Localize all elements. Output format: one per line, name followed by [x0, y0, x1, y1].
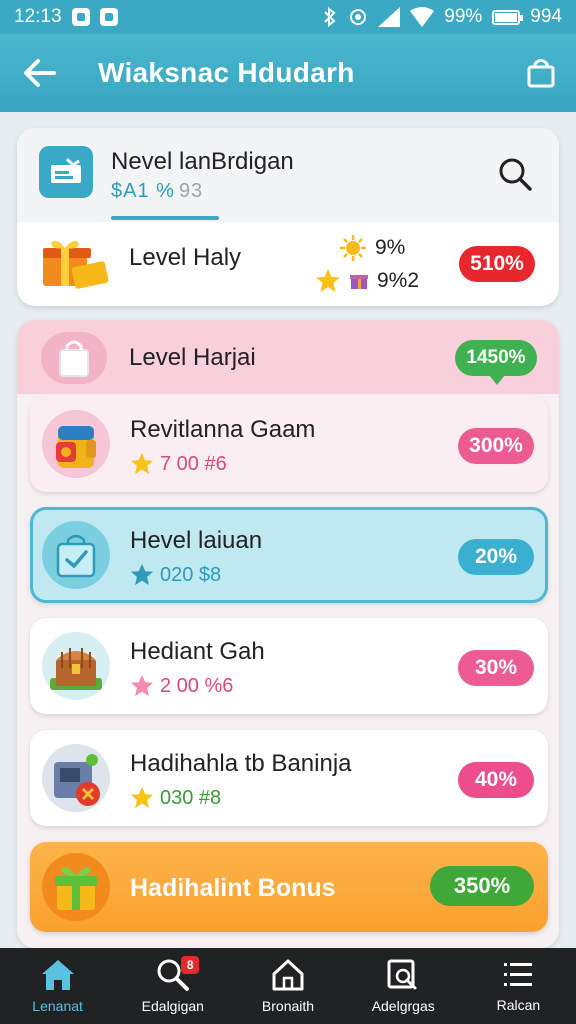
level-summary-card: Nevel lanBrdigan $A1 % 93 Level Haly 9% 9…: [17, 128, 559, 306]
shopping-bag-button[interactable]: [506, 34, 576, 112]
offers-panel-title: Level Harjai: [129, 344, 256, 371]
back-arrow-icon: [24, 59, 56, 87]
wifi-icon: [410, 7, 435, 27]
mystery-box-icon: [42, 744, 110, 812]
star-icon: [130, 563, 154, 586]
bonus-discount-badge: 350%: [430, 866, 534, 906]
bottom-navigation: Lenanat 8 Edalgigan Bronaith Adelgrgas R…: [0, 948, 576, 1024]
nav-item-menu[interactable]: Ralcan: [461, 948, 576, 1024]
summary-title: Nevel lanBrdigan: [111, 148, 294, 175]
discount-badge: 510%: [459, 246, 535, 282]
offer-item[interactable]: Hediant Gah 2 00 %6 30%: [30, 618, 548, 714]
offer-subtitle: 030 #8: [130, 786, 221, 810]
backpack-icon: [42, 410, 110, 478]
summary-subtitle-sub: 93: [178, 180, 204, 202]
offer-subtitle: 2 00 %6: [130, 674, 233, 698]
treasure-chest-icon: [42, 632, 110, 700]
hotspot-icon: [350, 9, 367, 25]
offer-item-selected[interactable]: Hevel laiuan 020 $8 20%: [30, 507, 548, 603]
offer-discount-badge: 300%: [458, 428, 534, 464]
offer-subtitle-text: 020 $8: [160, 563, 222, 586]
status-time: 12:13: [14, 6, 62, 27]
shopping-bag-icon: [527, 59, 555, 88]
offer-subtitle-text: 7 00 #6: [160, 452, 227, 475]
sun-stat-value: 9%: [375, 236, 406, 259]
signal-icon: [378, 7, 401, 27]
sun-stat: 9%: [339, 234, 405, 262]
offer-subtitle-text: 2 00 %6: [160, 674, 234, 697]
bonus-offer[interactable]: Hadihalint Bonus 350%: [30, 842, 548, 932]
notification-badge: 8: [181, 956, 200, 974]
star-stat-value: 9%2: [377, 269, 420, 292]
bag-icon: [41, 332, 107, 384]
nav-label: Adelgrgas: [371, 998, 435, 1014]
star-icon: [130, 452, 154, 475]
nav-label: Ralcan: [496, 997, 541, 1013]
level-row-title: Level Haly: [129, 244, 242, 271]
star-icon: [316, 269, 340, 292]
back-button[interactable]: [0, 34, 80, 112]
house-outline-icon: [272, 959, 304, 991]
status-number: 994: [530, 6, 562, 27]
nav-item-documents[interactable]: Adelgrgas: [346, 948, 461, 1024]
offer-discount-badge: 40%: [458, 762, 534, 798]
notification-icon-2: [99, 8, 118, 26]
offer-title: Hevel laiuan: [130, 527, 263, 554]
gift-mini-icon: [350, 275, 368, 289]
panel-discount-badge: 1450%: [455, 340, 537, 385]
offer-item[interactable]: Hadihahla tb Baninja 030 #8 40%: [30, 730, 548, 826]
ticket-icon: [39, 146, 93, 198]
offer-title: Hadihahla tb Baninja: [130, 750, 352, 777]
sun-icon: [340, 235, 366, 261]
star-stat: 9%2: [315, 268, 419, 294]
home-icon: [41, 960, 74, 990]
offer-subtitle: 7 00 #6: [130, 452, 227, 476]
bluetooth-icon: [324, 7, 336, 27]
summary-header: Nevel lanBrdigan $A1 % 93: [17, 128, 559, 222]
nav-label: Bronaith: [261, 998, 315, 1014]
nav-item-search[interactable]: 8 Edalgigan: [115, 948, 230, 1024]
nav-item-home[interactable]: Lenanat: [0, 948, 115, 1024]
level-row[interactable]: Level Haly 9% 9%2 510%: [17, 222, 559, 306]
search-button[interactable]: [495, 154, 535, 194]
offers-panel-header: Level Harjai 1450%: [17, 320, 559, 394]
offer-subtitle-text: 030 #8: [160, 786, 222, 809]
nav-label: Lenanat: [32, 998, 83, 1014]
gift-box-icon: [43, 240, 109, 289]
shopping-bag-check-icon: [42, 521, 110, 589]
star-icon: [130, 786, 154, 809]
nav-label: Edalgigan: [141, 998, 204, 1014]
bonus-title: Hadihalint Bonus: [130, 874, 336, 902]
notification-icon: [71, 8, 90, 26]
offer-title: Hediant Gah: [130, 638, 265, 665]
offer-title: Revitlanna Gaam: [130, 416, 316, 443]
status-bar: 12:13 99% 994: [0, 0, 576, 34]
summary-subtitle-main: $A1 %: [111, 180, 175, 202]
summary-subtitle: $A1 % 93: [111, 180, 203, 203]
search-icon: [499, 158, 532, 191]
menu-icon: [504, 963, 533, 986]
offer-discount-badge: 30%: [458, 650, 534, 686]
app-header: Wiaksnac Hdudarh: [0, 34, 576, 112]
nav-item-house[interactable]: Bronaith: [230, 948, 345, 1024]
page-title: Wiaksnac Hdudarh: [98, 57, 355, 88]
bonus-gift-icon: [42, 853, 110, 921]
offer-subtitle: 020 $8: [130, 563, 221, 587]
battery-icon: [492, 9, 524, 25]
battery-percent: 99%: [444, 6, 483, 27]
offer-discount-badge: 20%: [458, 539, 534, 575]
star-icon: [130, 674, 154, 697]
offer-item[interactable]: Revitlanna Gaam 7 00 #6 300%: [30, 396, 548, 492]
active-tab-indicator: [111, 216, 219, 220]
search-document-icon: [387, 959, 417, 990]
